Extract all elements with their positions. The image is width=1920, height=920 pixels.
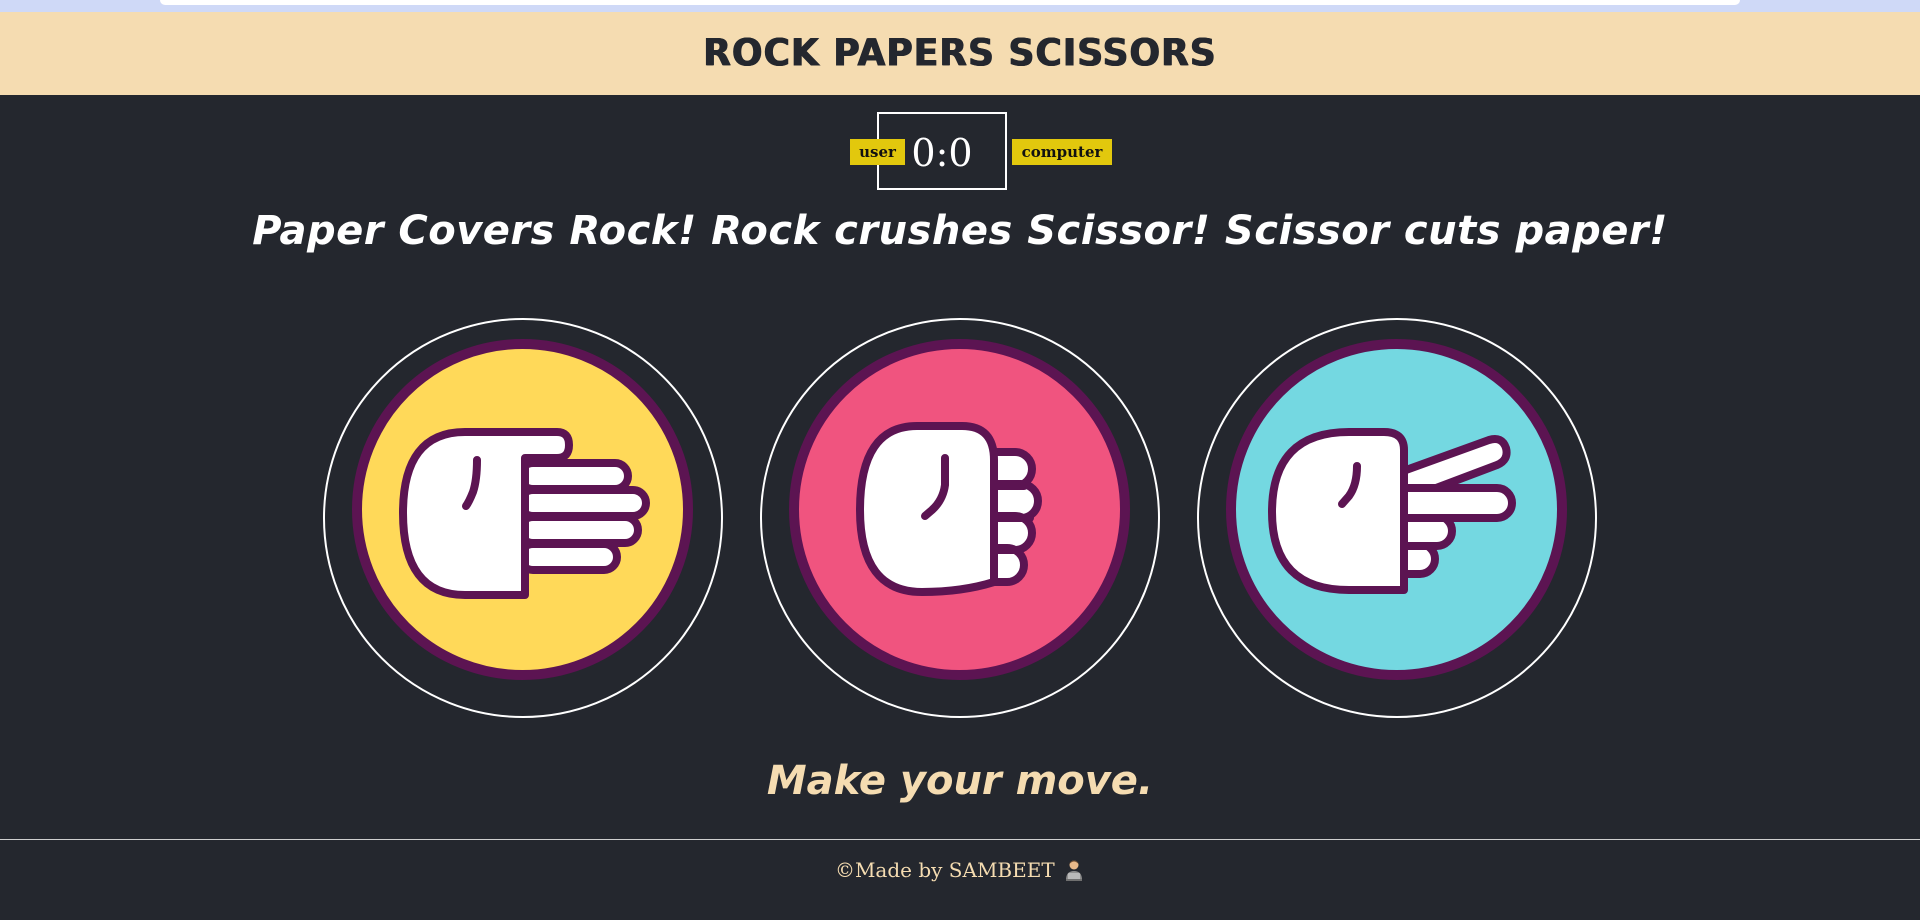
computer-badge: computer [1012, 139, 1112, 165]
paper-choice-button[interactable] [323, 318, 723, 718]
address-bar-edge [160, 0, 1740, 5]
footer-credit: ©Made by SAMBEET [834, 858, 1055, 882]
scissors-hand-icon [1268, 428, 1516, 594]
rock-choice-button[interactable] [760, 318, 1160, 718]
user-badge: user [850, 139, 905, 165]
page-header: ROCK PAPERS SCISSORS [0, 12, 1920, 95]
status-message: Make your move. [766, 758, 1154, 804]
paper-hand-icon [399, 428, 650, 599]
footer: ©Made by SAMBEET [0, 858, 1920, 882]
page-title: ROCK PAPERS SCISSORS [703, 31, 1217, 76]
rules-tagline: Paper Covers Rock! Rock crushes Scissor!… [252, 208, 1668, 254]
footer-divider [0, 839, 1920, 840]
scissors-choice-button[interactable] [1197, 318, 1597, 718]
score-display: 0:0 [911, 131, 973, 175]
rock-hand-icon [856, 422, 1042, 596]
technologist-icon [1066, 860, 1083, 881]
browser-top-strip [0, 0, 1920, 12]
